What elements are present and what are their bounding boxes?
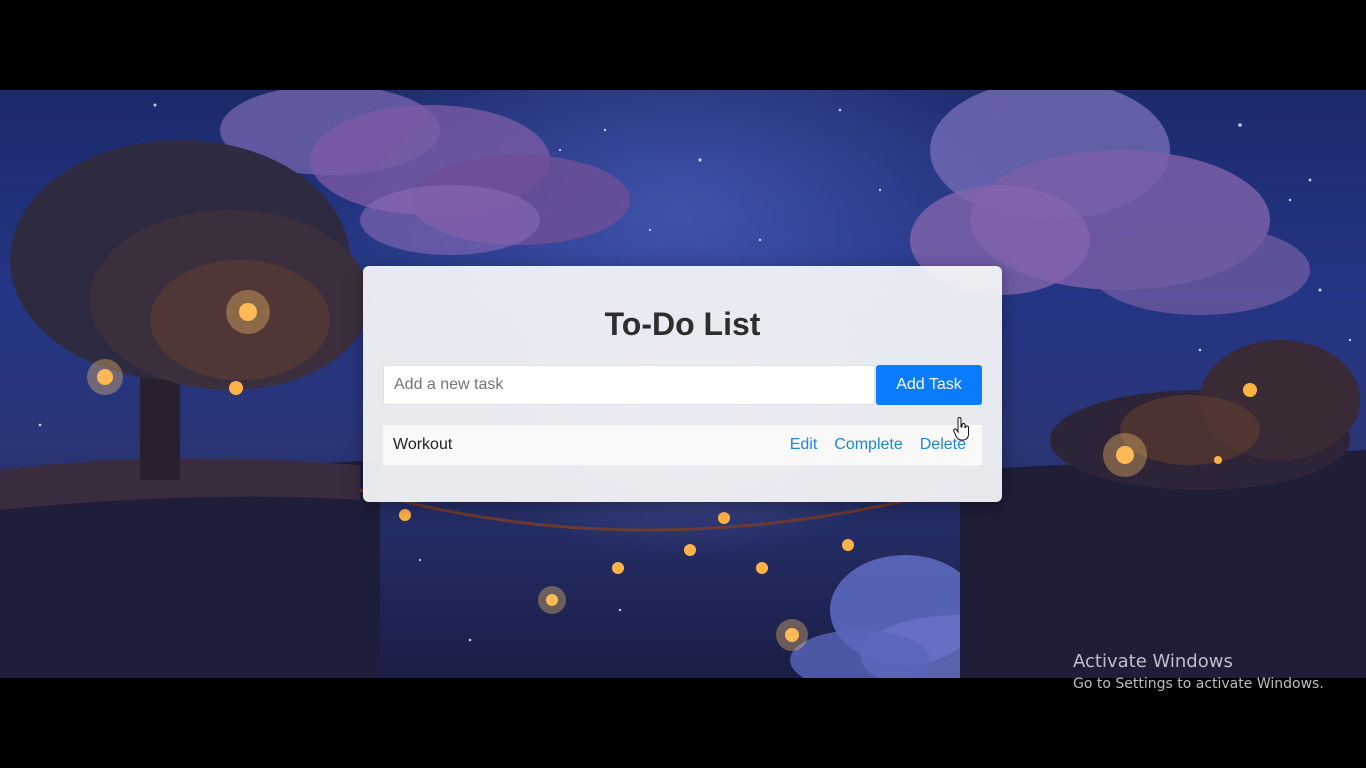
page-title: To-Do List — [604, 306, 761, 342]
edit-task-button[interactable]: Edit — [790, 436, 818, 454]
task-actions: Edit Complete Delete — [790, 436, 966, 454]
add-task-button[interactable]: Add Task — [876, 365, 982, 405]
new-task-input[interactable] — [383, 365, 875, 405]
complete-task-button[interactable]: Complete — [834, 436, 902, 454]
letterbox-top — [0, 0, 1366, 90]
hand-pointer-cursor-icon — [953, 416, 971, 446]
task-item: Workout Edit Complete Delete — [383, 425, 982, 466]
todo-card: To-Do List Add Task Workout Edit Complet… — [363, 266, 1002, 502]
task-text: Workout — [393, 436, 453, 453]
watermark-title: Activate Windows — [1073, 651, 1233, 672]
task-list: Workout Edit Complete Delete — [383, 425, 982, 466]
activate-windows-watermark: Activate Windows Go to Settings to activ… — [1073, 651, 1324, 692]
left-island — [0, 140, 380, 678]
right-island — [960, 340, 1366, 678]
watermark-subtitle: Go to Settings to activate Windows. — [1073, 676, 1324, 692]
